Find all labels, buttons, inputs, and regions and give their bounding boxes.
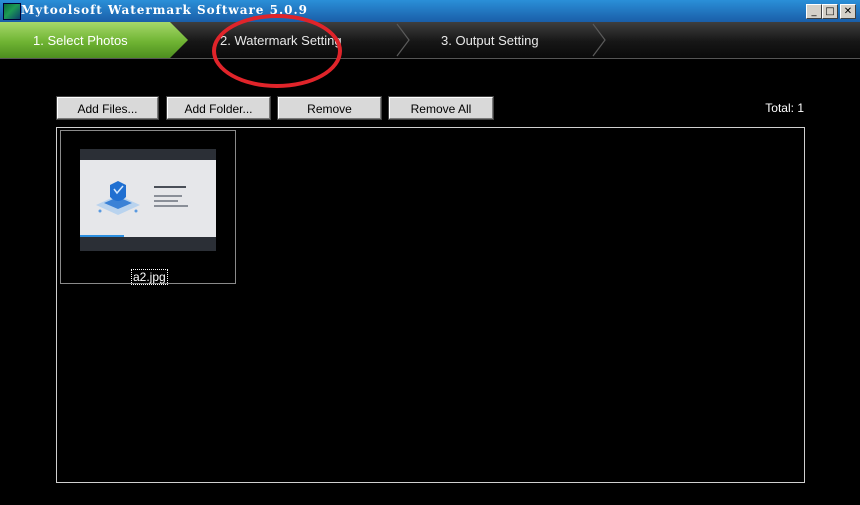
step-watermark-setting[interactable]: 2. Watermark Setting <box>220 22 342 58</box>
add-folder-button[interactable]: Add Folder... <box>166 96 271 120</box>
step-output-setting[interactable]: 3. Output Setting <box>441 22 539 58</box>
total-count: Total: 1 <box>765 101 804 115</box>
photo-item[interactable]: a2.jpg <box>60 130 236 285</box>
close-button[interactable]: ✕ <box>840 4 856 19</box>
chevron-right-icon <box>592 23 606 57</box>
chevron-right-icon <box>396 23 410 57</box>
step-select-photos[interactable]: 1. Select Photos <box>0 22 188 58</box>
minimize-button[interactable]: _ <box>806 4 822 19</box>
window-title: Mytoolsoft Watermark Software 5.0.9 <box>21 3 309 17</box>
step-bar: 1. Select Photos 2. Watermark Setting 3.… <box>0 22 860 59</box>
title-bar: Mytoolsoft Watermark Software 5.0.9 _ □ … <box>0 0 860 22</box>
image-thumbnail-icon <box>80 149 216 251</box>
app-icon <box>3 3 21 20</box>
photo-list[interactable]: a2.jpg <box>56 127 805 483</box>
photo-filename: a2.jpg <box>131 269 168 285</box>
add-files-button[interactable]: Add Files... <box>56 96 159 120</box>
remove-all-button[interactable]: Remove All <box>388 96 494 120</box>
remove-button[interactable]: Remove <box>277 96 382 120</box>
maximize-button[interactable]: □ <box>822 4 838 19</box>
